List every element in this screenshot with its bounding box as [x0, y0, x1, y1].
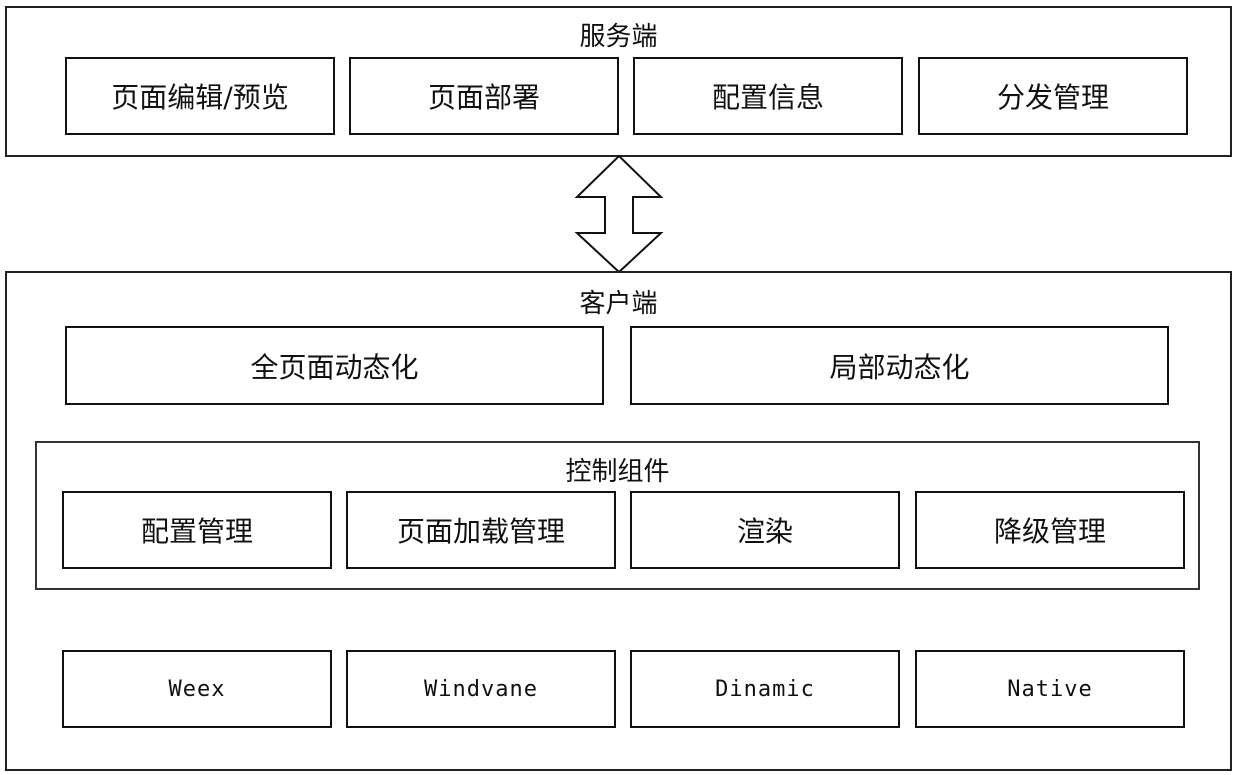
server-module-page-deploy: 页面部署: [349, 57, 619, 135]
control-module-page-load-management: 页面加载管理: [346, 491, 616, 569]
server-module-distribution: 分发管理: [918, 57, 1188, 135]
runtime-weex: Weex: [62, 650, 332, 728]
client-mode-full-page-dynamic: 全页面动态化: [65, 326, 604, 405]
arrow-shape: [574, 154, 664, 274]
control-module-degradation-management: 降级管理: [915, 491, 1185, 569]
control-module-config-management: 配置管理: [62, 491, 332, 569]
client-title: 客户端: [579, 289, 658, 319]
bidirectional-arrow-icon: [574, 154, 664, 274]
server-module-config-info: 配置信息: [633, 57, 903, 135]
server-title: 服务端: [579, 22, 658, 52]
control-components-title: 控制组件: [565, 457, 670, 487]
runtime-dinamic: Dinamic: [630, 650, 900, 728]
server-module-page-edit-preview: 页面编辑/预览: [65, 57, 335, 135]
runtime-native: Native: [915, 650, 1185, 728]
control-module-rendering: 渲染: [630, 491, 900, 569]
client-mode-partial-dynamic: 局部动态化: [630, 326, 1169, 405]
runtime-windvane: Windvane: [346, 650, 616, 728]
